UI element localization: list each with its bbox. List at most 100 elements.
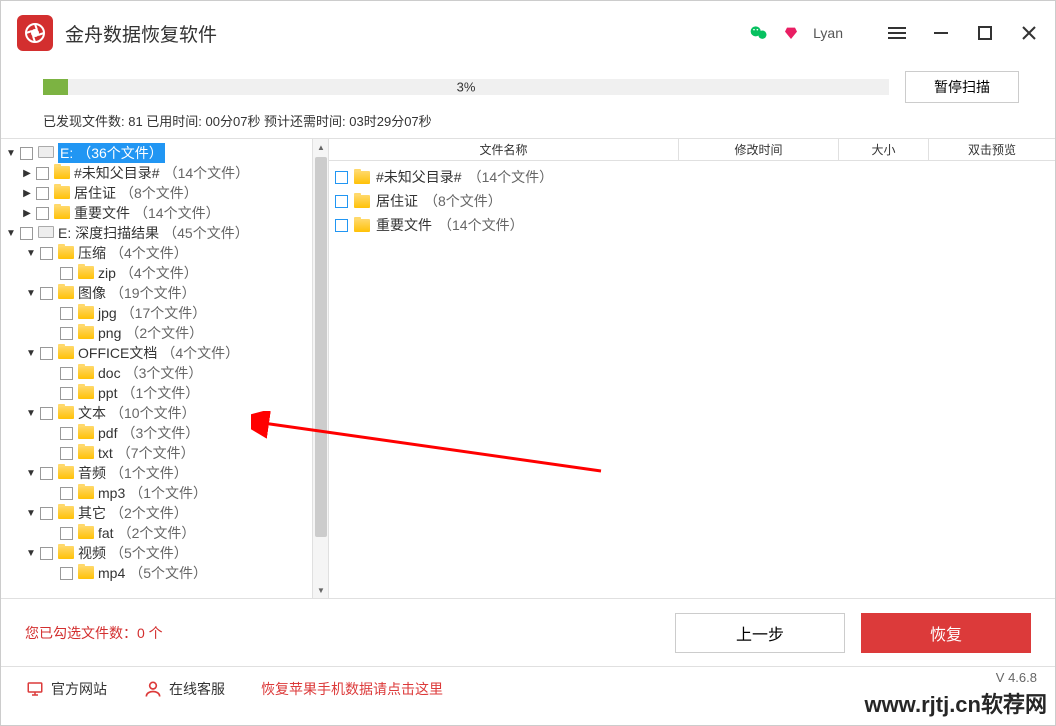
tree-checkbox[interactable] xyxy=(60,527,73,540)
main-content: ▼ E:（36个文件） ▶ #未知父目录#（14个文件） ▶ 居住证（8个文件） ▶ 重… xyxy=(1,138,1055,598)
scan-status-text: 已发现文件数: 81 已用时间: 00分07秒 预计还需时间: 03时29分07… xyxy=(43,111,1019,130)
list-item[interactable]: 居住证（8个文件） xyxy=(329,189,1055,213)
tree-item[interactable]: png（2个文件） xyxy=(98,323,203,343)
row-checkbox[interactable] xyxy=(335,171,348,184)
tree-item[interactable]: mp3（1个文件） xyxy=(98,483,207,503)
app-logo xyxy=(17,15,53,51)
expand-arrow[interactable]: ▶ xyxy=(21,168,33,179)
pause-scan-button[interactable]: 暂停扫描 xyxy=(905,71,1019,103)
tree-checkbox[interactable] xyxy=(60,487,73,500)
tree-item[interactable]: 视频（5个文件） xyxy=(78,543,188,563)
col-filename[interactable]: 文件名称 xyxy=(329,139,679,160)
folder-icon xyxy=(58,546,74,560)
minimize-button[interactable] xyxy=(931,23,951,43)
tree-checkbox[interactable] xyxy=(60,327,73,340)
folder-icon xyxy=(58,246,74,260)
tree-item[interactable]: doc（3个文件） xyxy=(98,363,202,383)
wechat-icon[interactable] xyxy=(749,23,769,43)
row-checkbox[interactable] xyxy=(335,195,348,208)
tree-item[interactable]: zip（4个文件） xyxy=(98,263,198,283)
folder-icon xyxy=(78,306,94,320)
tree-checkbox[interactable] xyxy=(60,367,73,380)
folder-icon xyxy=(58,406,74,420)
tree-checkbox[interactable] xyxy=(60,427,73,440)
tree-item[interactable]: 压缩（4个文件） xyxy=(78,243,188,263)
tree-checkbox[interactable] xyxy=(60,567,73,580)
tree-checkbox[interactable] xyxy=(40,547,53,560)
maximize-button[interactable] xyxy=(975,23,995,43)
tree-item[interactable]: 重要文件（14个文件） xyxy=(74,203,220,223)
tree-checkbox[interactable] xyxy=(60,267,73,280)
expand-arrow[interactable]: ▼ xyxy=(25,248,37,259)
table-header: 文件名称 修改时间 大小 双击预览 xyxy=(329,139,1055,161)
apple-recovery-link[interactable]: 恢复苹果手机数据请点击这里 xyxy=(261,679,443,699)
scroll-thumb[interactable] xyxy=(315,157,327,537)
folder-icon xyxy=(58,286,74,300)
tree-item[interactable]: txt（7个文件） xyxy=(98,443,195,463)
expand-arrow[interactable]: ▼ xyxy=(25,348,37,359)
tree-checkbox[interactable] xyxy=(40,287,53,300)
tree-item[interactable]: 图像（19个文件） xyxy=(78,283,196,303)
selected-count-text: 您已勾选文件数：0 个 xyxy=(25,623,163,643)
tree-item[interactable]: ppt（1个文件） xyxy=(98,383,199,403)
folder-icon xyxy=(58,506,74,520)
tree-checkbox[interactable] xyxy=(60,387,73,400)
folder-icon xyxy=(78,366,94,380)
tree-checkbox[interactable] xyxy=(60,307,73,320)
col-modtime[interactable]: 修改时间 xyxy=(679,139,839,160)
tree-item[interactable]: pdf（3个文件） xyxy=(98,423,199,443)
tree-item-drive-e[interactable]: E:（36个文件） xyxy=(58,143,165,163)
tree-item[interactable]: 其它（2个文件） xyxy=(78,503,188,523)
title-bar: 金舟数据恢复软件 Lyan xyxy=(1,1,1055,65)
scroll-down-arrow[interactable]: ▼ xyxy=(313,582,329,598)
tree-item[interactable]: 文本（10个文件） xyxy=(78,403,196,423)
official-site-link[interactable]: 官方网站 xyxy=(25,679,107,699)
folder-icon xyxy=(78,386,94,400)
tree-item[interactable]: fat（2个文件） xyxy=(98,523,195,543)
tree-item[interactable]: 居住证（8个文件） xyxy=(74,183,198,203)
expand-arrow[interactable]: ▼ xyxy=(25,508,37,519)
tree-checkbox[interactable] xyxy=(40,347,53,360)
expand-arrow[interactable]: ▼ xyxy=(25,468,37,479)
expand-arrow[interactable]: ▼ xyxy=(25,548,37,559)
tree-item[interactable]: mp4（5个文件） xyxy=(98,563,207,583)
tree-scrollbar[interactable]: ▲ ▼ xyxy=(312,139,328,598)
tree-checkbox[interactable] xyxy=(40,467,53,480)
tree-checkbox[interactable] xyxy=(40,247,53,260)
tree-checkbox[interactable] xyxy=(60,447,73,460)
tree-item[interactable]: jpg（17个文件） xyxy=(98,303,206,323)
expand-arrow[interactable]: ▼ xyxy=(25,408,37,419)
folder-icon xyxy=(54,206,70,220)
expand-arrow[interactable]: ▼ xyxy=(5,148,17,159)
tree-checkbox[interactable] xyxy=(40,407,53,420)
close-button[interactable] xyxy=(1019,23,1039,43)
prev-button[interactable]: 上一步 xyxy=(675,613,845,653)
col-size[interactable]: 大小 xyxy=(839,139,929,160)
row-checkbox[interactable] xyxy=(335,219,348,232)
username-label[interactable]: Lyan xyxy=(813,25,843,41)
expand-arrow[interactable]: ▶ xyxy=(21,188,33,199)
tree-checkbox[interactable] xyxy=(20,227,33,240)
list-item[interactable]: #未知父目录#（14个文件） xyxy=(329,165,1055,189)
tree-checkbox[interactable] xyxy=(36,207,49,220)
expand-arrow[interactable]: ▼ xyxy=(25,288,37,299)
scroll-up-arrow[interactable]: ▲ xyxy=(313,139,329,155)
folder-icon xyxy=(354,219,370,232)
tree-item[interactable]: OFFICE文档（4个文件） xyxy=(78,343,239,363)
online-support-link[interactable]: 在线客服 xyxy=(143,679,225,699)
heart-icon[interactable] xyxy=(783,25,799,41)
expand-arrow[interactable]: ▶ xyxy=(21,208,33,219)
tree-checkbox[interactable] xyxy=(36,167,49,180)
menu-button[interactable] xyxy=(887,23,907,43)
expand-arrow[interactable]: ▼ xyxy=(5,228,17,239)
recover-button[interactable]: 恢复 xyxy=(861,613,1031,653)
tree-checkbox[interactable] xyxy=(40,507,53,520)
col-preview[interactable]: 双击预览 xyxy=(929,139,1055,160)
tree-item[interactable]: #未知父目录#（14个文件） xyxy=(74,163,249,183)
folder-icon xyxy=(78,486,94,500)
tree-checkbox[interactable] xyxy=(20,147,33,160)
list-item[interactable]: 重要文件（14个文件） xyxy=(329,213,1055,237)
tree-checkbox[interactable] xyxy=(36,187,49,200)
tree-item[interactable]: 音频（1个文件） xyxy=(78,463,188,483)
tree-item-deep-scan[interactable]: E: 深度扫描结果（45个文件） xyxy=(58,223,249,243)
